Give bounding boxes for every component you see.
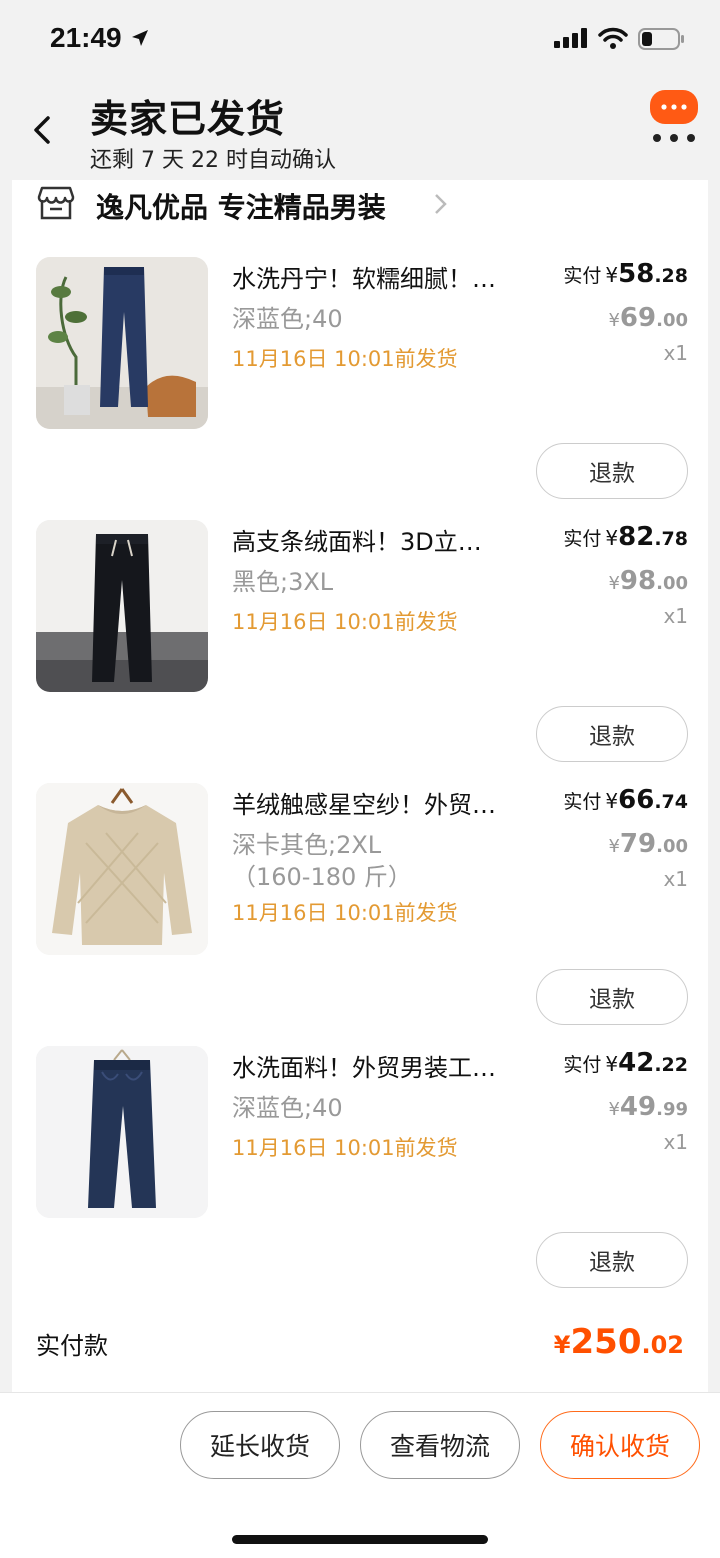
refund-button[interactable]: 退款 bbox=[536, 443, 688, 499]
order-item[interactable]: 高支条绒面料！3D立… 黑色;3XL 11月16日 10:01前发货 实付 ¥82… bbox=[12, 520, 708, 783]
original-price-int: 49 bbox=[619, 1092, 657, 1122]
refund-button[interactable]: 退款 bbox=[536, 706, 688, 762]
product-spec: 深蓝色;40 bbox=[232, 1094, 343, 1122]
shop-row[interactable]: 逸凡优品 专注精品男装 bbox=[12, 180, 708, 232]
battery-icon bbox=[638, 28, 684, 50]
paid-price-int: 42 bbox=[618, 1048, 655, 1078]
product-spec: 深卡其色;2XL （160-180 斤） bbox=[232, 829, 532, 893]
view-logistics-button[interactable]: 查看物流 bbox=[360, 1411, 520, 1479]
wifi-icon bbox=[598, 27, 628, 49]
paid-price: 实付 ¥58.28 bbox=[563, 259, 688, 289]
currency-symbol: ¥ bbox=[605, 526, 619, 550]
ship-deadline: 11月16日 10:01前发货 bbox=[232, 347, 458, 371]
navy-work-pants-image bbox=[36, 1046, 208, 1218]
cellular-signal-icon bbox=[554, 28, 587, 48]
paid-price-dec: .28 bbox=[654, 265, 688, 287]
original-price-dec: .00 bbox=[656, 310, 688, 331]
currency-symbol: ¥ bbox=[608, 310, 620, 331]
shop-name: 逸凡优品 专注精品男装 bbox=[96, 191, 386, 224]
quantity: x1 bbox=[663, 1130, 688, 1154]
product-thumbnail[interactable] bbox=[36, 257, 208, 429]
currency-symbol: ¥ bbox=[605, 1052, 619, 1076]
refund-button[interactable]: 退款 bbox=[536, 1232, 688, 1288]
total-label: 实付款 bbox=[36, 1332, 108, 1360]
paid-price: 实付 ¥66.74 bbox=[563, 785, 688, 815]
product-spec: 深蓝色;40 bbox=[232, 305, 343, 333]
product-spec: 黑色;3XL bbox=[232, 568, 334, 596]
home-indicator bbox=[232, 1535, 488, 1544]
ship-deadline: 11月16日 10:01前发货 bbox=[232, 1136, 458, 1160]
paid-price-int: 58 bbox=[618, 259, 655, 289]
product-spec-extra: （160-180 斤） bbox=[232, 863, 412, 891]
original-price: ¥98.00 bbox=[608, 566, 688, 596]
currency-symbol: ¥ bbox=[608, 1099, 620, 1120]
more-menu-icon[interactable] bbox=[650, 90, 698, 146]
original-price-dec: .99 bbox=[656, 1099, 688, 1120]
product-title[interactable]: 水洗面料！外贸男装工… bbox=[232, 1048, 534, 1083]
paid-price-dec: .78 bbox=[654, 528, 688, 550]
product-spec-main: 深卡其色;2XL bbox=[232, 831, 382, 859]
currency-symbol: ¥ bbox=[605, 263, 619, 287]
paid-price: 实付 ¥82.78 bbox=[563, 522, 688, 552]
total-amount: ¥250.02 bbox=[554, 1322, 684, 1362]
product-title[interactable]: 水洗丹宁！软糯细腻！… bbox=[232, 259, 534, 294]
original-price: ¥69.00 bbox=[608, 303, 688, 333]
confirm-receipt-button[interactable]: 确认收货 bbox=[540, 1411, 700, 1479]
paid-label: 实付 bbox=[563, 1054, 602, 1076]
bottom-action-bar: 延长收货 查看物流 确认收货 bbox=[0, 1392, 720, 1558]
total-row: 实付款 ¥250.02 bbox=[12, 1318, 708, 1378]
order-card: 逸凡优品 专注精品男装 水洗丹宁！软糯细腻！… 深蓝色;40 11月16日 10… bbox=[12, 180, 708, 1392]
product-title[interactable]: 高支条绒面料！3D立… bbox=[232, 522, 534, 557]
order-item[interactable]: 羊绒触感星空纱！外贸… 深卡其色;2XL （160-180 斤） 11月16日 … bbox=[12, 783, 708, 1046]
black-corduroy-pants-image bbox=[36, 520, 208, 692]
product-thumbnail[interactable] bbox=[36, 520, 208, 692]
total-amount-dec: .02 bbox=[641, 1331, 684, 1359]
ship-deadline: 11月16日 10:01前发货 bbox=[232, 901, 458, 925]
quantity: x1 bbox=[663, 867, 688, 891]
currency-symbol: ¥ bbox=[608, 573, 620, 594]
product-thumbnail[interactable] bbox=[36, 1046, 208, 1218]
original-price: ¥79.00 bbox=[608, 829, 688, 859]
original-price: ¥49.99 bbox=[608, 1092, 688, 1122]
order-item[interactable]: 水洗丹宁！软糯细腻！… 深蓝色;40 11月16日 10:01前发货 实付 ¥58… bbox=[12, 257, 708, 520]
total-amount-int: 250 bbox=[570, 1322, 642, 1362]
page-title: 卖家已发货 bbox=[90, 97, 286, 141]
paid-price: 实付 ¥42.22 bbox=[563, 1048, 688, 1078]
auto-confirm-countdown: 还剩 7 天 22 时自动确认 bbox=[90, 148, 336, 173]
product-thumbnail[interactable] bbox=[36, 783, 208, 955]
currency-symbol: ¥ bbox=[608, 836, 620, 857]
extend-receipt-button[interactable]: 延长收货 bbox=[180, 1411, 340, 1479]
quantity: x1 bbox=[663, 604, 688, 628]
paid-price-int: 66 bbox=[618, 785, 655, 815]
paid-label: 实付 bbox=[563, 528, 602, 550]
back-chevron-icon[interactable] bbox=[26, 110, 58, 150]
paid-price-dec: .22 bbox=[654, 1054, 688, 1076]
paid-price-dec: .74 bbox=[654, 791, 688, 813]
nav-header: 卖家已发货 还剩 7 天 22 时自动确认 bbox=[0, 80, 720, 180]
status-bar: 21:49 bbox=[0, 0, 720, 80]
paid-label: 实付 bbox=[563, 791, 602, 813]
ship-deadline: 11月16日 10:01前发货 bbox=[232, 610, 458, 634]
original-price-int: 98 bbox=[619, 566, 657, 596]
currency-symbol: ¥ bbox=[553, 1331, 571, 1359]
status-time: 21:49 bbox=[50, 22, 122, 53]
currency-symbol: ¥ bbox=[605, 789, 619, 813]
paid-label: 实付 bbox=[563, 265, 602, 287]
chevron-right-icon bbox=[435, 194, 447, 214]
original-price-int: 69 bbox=[619, 303, 657, 333]
original-price-dec: .00 bbox=[656, 573, 688, 594]
order-item[interactable]: 水洗面料！外贸男装工… 深蓝色;40 11月16日 10:01前发货 实付 ¥42… bbox=[12, 1046, 708, 1309]
paid-price-int: 82 bbox=[618, 522, 655, 552]
quantity: x1 bbox=[663, 341, 688, 365]
original-price-int: 79 bbox=[619, 829, 657, 859]
shop-icon bbox=[37, 186, 75, 220]
location-arrow-icon bbox=[132, 30, 148, 46]
beige-sweater-image bbox=[36, 783, 208, 955]
refund-button[interactable]: 退款 bbox=[536, 969, 688, 1025]
navy-jeans-image bbox=[36, 257, 208, 429]
original-price-dec: .00 bbox=[656, 836, 688, 857]
product-title[interactable]: 羊绒触感星空纱！外贸… bbox=[232, 785, 534, 820]
